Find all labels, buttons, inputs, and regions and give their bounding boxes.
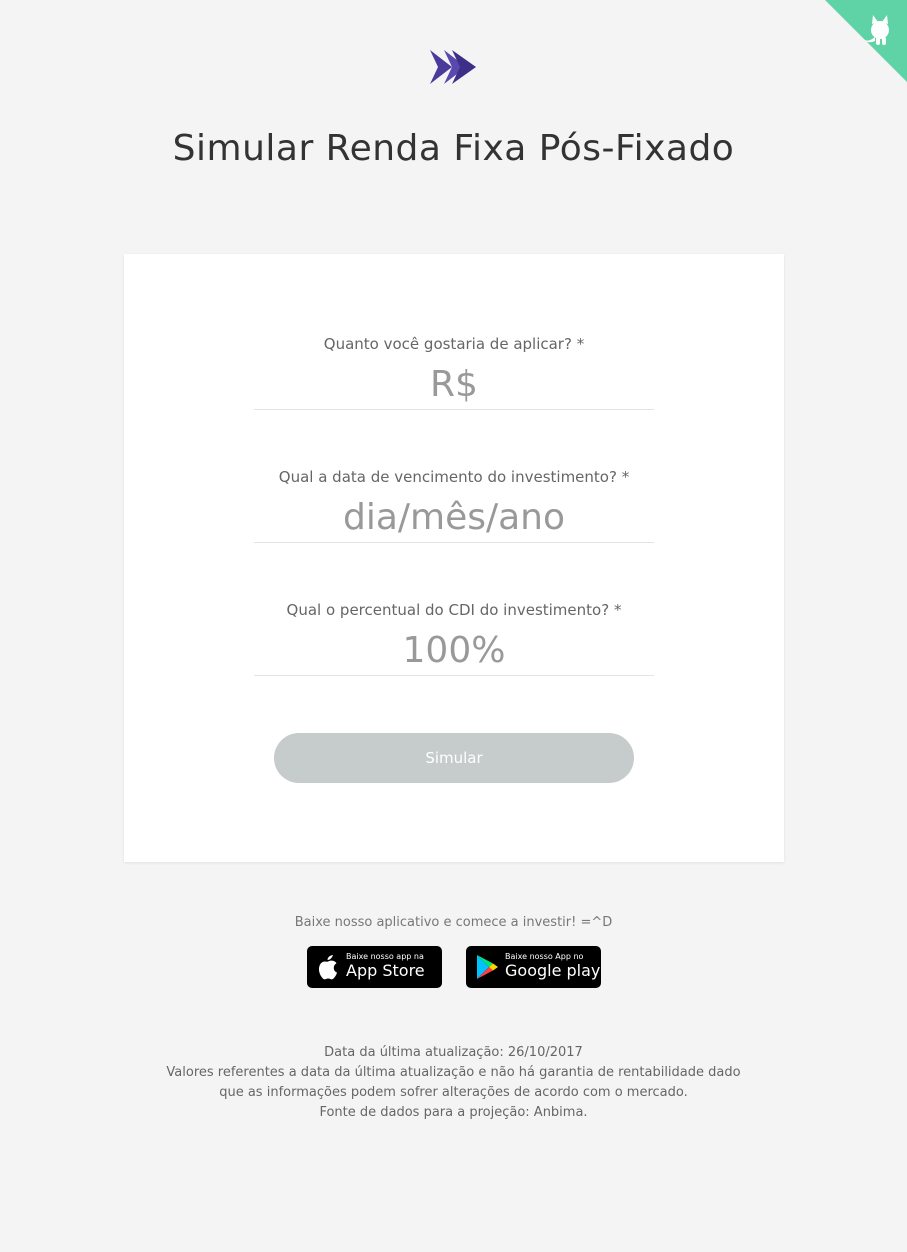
footer: Data da última atualização: 26/10/2017 V… (0, 1043, 907, 1123)
maturity-date-label: Qual a data de vencimento do investiment… (278, 468, 630, 486)
data-source-text: Fonte de dados para a projeção: Anbima. (319, 1105, 588, 1120)
app-store-badge[interactable]: Baixe nosso app na App Store (307, 946, 442, 988)
simulate-button[interactable]: Simular (274, 733, 634, 783)
disclaimer-text: Valores referentes a data da última atua… (166, 1065, 741, 1100)
cdi-field-group: Qual o percentual do CDI do investimento… (254, 600, 654, 676)
app-promo-text: Baixe nosso aplicativo e comece a invest… (294, 915, 613, 930)
apple-icon (318, 955, 337, 980)
google-play-icon (477, 955, 498, 979)
github-corner[interactable] (825, 0, 907, 82)
cdi-percent-input[interactable] (254, 626, 654, 676)
maturity-field-group: Qual a data de vencimento do investiment… (254, 467, 654, 543)
cdi-percent-label: Qual o percentual do CDI do investimento… (286, 601, 622, 619)
last-update-text: Data da última atualização: 26/10/2017 (324, 1045, 583, 1060)
amount-label: Quanto você gostaria de aplicar? * (323, 335, 585, 353)
amount-field-group: Quanto você gostaria de aplicar? * (254, 334, 654, 410)
page-title: Simular Renda Fixa Pós-Fixado (172, 128, 735, 169)
amount-input[interactable] (254, 360, 654, 410)
google-play-badge[interactable]: Baixe nosso App no Google play (466, 946, 601, 988)
brand-logo-icon (430, 50, 476, 84)
google-play-big-text: Google play (505, 961, 601, 980)
maturity-date-input[interactable] (254, 493, 654, 543)
simulation-form-card: Quanto você gostaria de aplicar? * Qual … (124, 254, 784, 862)
app-store-big-text: App Store (346, 961, 425, 980)
